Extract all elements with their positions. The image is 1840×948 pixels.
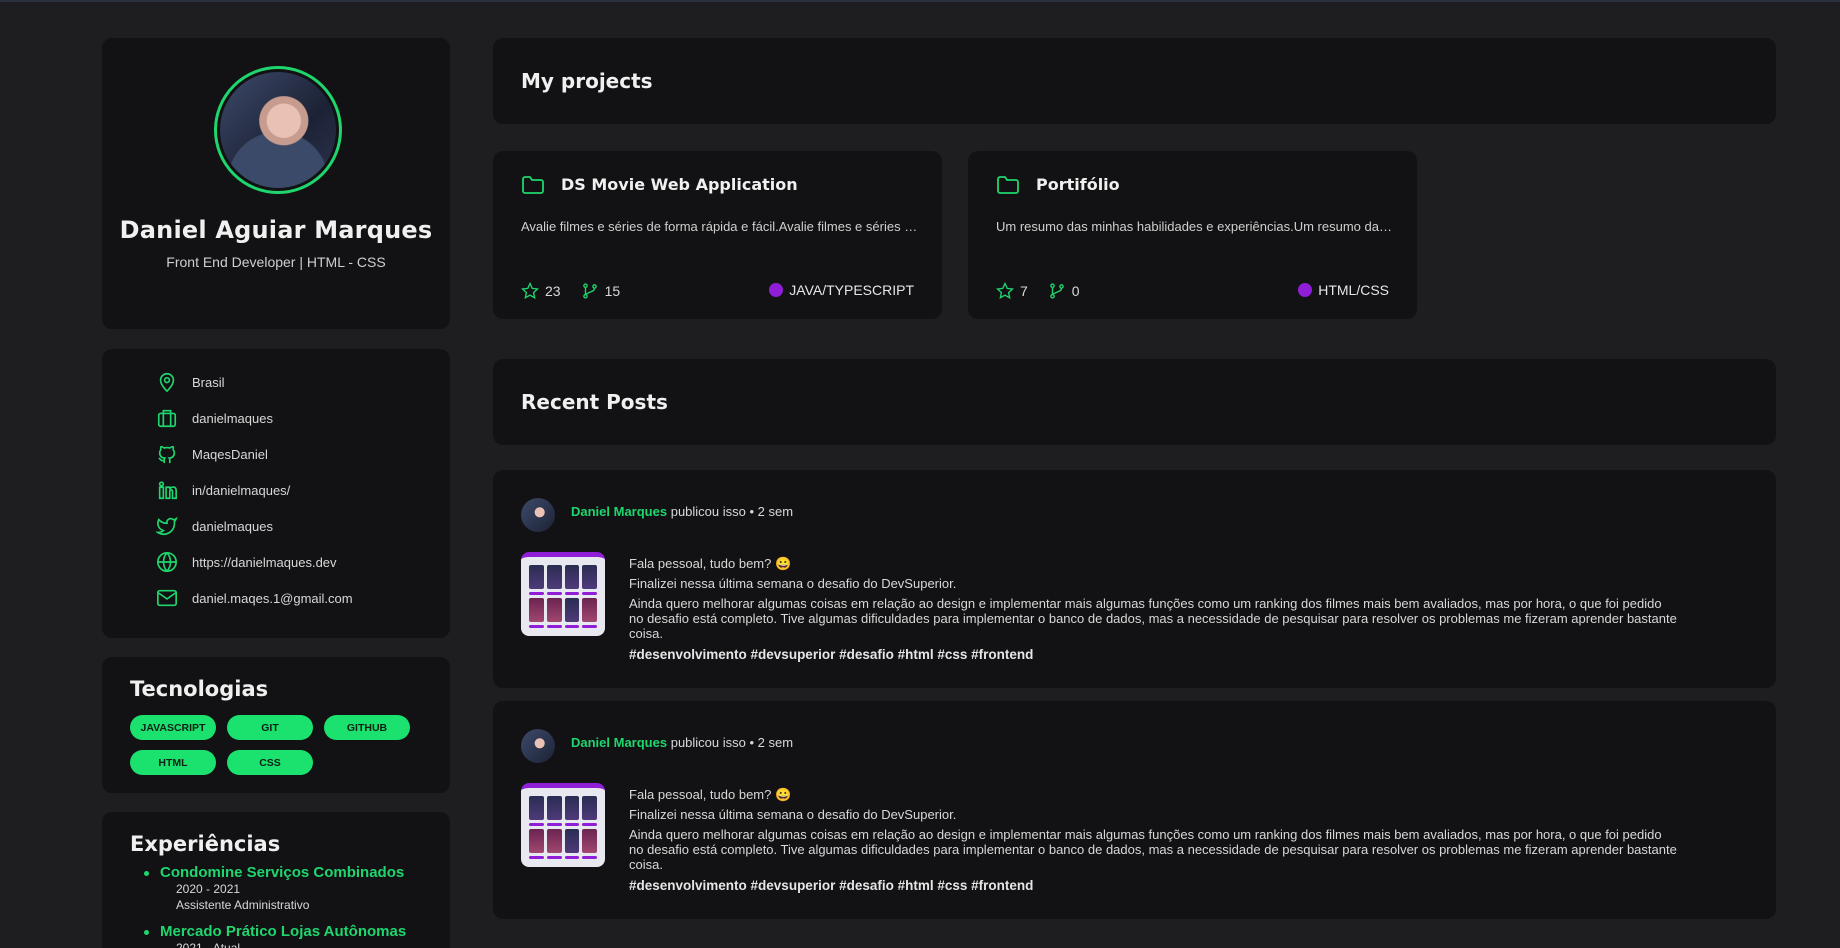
profile-avatar-ring [214, 66, 342, 194]
contact-company: danielmaques [156, 407, 273, 429]
contact-text[interactable]: danielmaques [192, 519, 273, 534]
contact-text[interactable]: daniel.maqes.1@gmail.com [192, 591, 353, 606]
post-thumbnail[interactable] [521, 783, 605, 867]
contact-location: Brasil [156, 371, 225, 393]
contact-text[interactable]: MaqesDaniel [192, 447, 268, 462]
avatar[interactable] [521, 498, 555, 532]
contact-twitter: danielmaques [156, 515, 273, 537]
contact-text: Brasil [192, 374, 225, 390]
profile-name: Daniel Aguiar Marques [119, 216, 433, 244]
experience-period: 2020 - 2021 [176, 882, 241, 896]
folder-icon [997, 176, 1019, 194]
project-description: Um resumo das minhas habilidades e exper… [996, 219, 1396, 234]
post-greeting: Fala pessoal, tudo bem? 😀 [629, 556, 792, 571]
language-label: JAVA/TYPESCRIPT [789, 282, 914, 298]
post-author-name[interactable]: Daniel Marques [571, 735, 667, 750]
globe-icon [157, 552, 177, 572]
fork-icon [582, 283, 597, 299]
experience-item: Mercado Prático Lojas Autônomas 2021 - A… [130, 923, 430, 948]
contact-github: MaqesDaniel [156, 443, 268, 465]
experience-company: Mercado Prático Lojas Autônomas [160, 923, 407, 940]
contact-linkedin: in/danielmaques/ [156, 479, 290, 501]
experience-company: Condomine Serviços Combinados [160, 864, 405, 881]
experience-item: Condomine Serviços Combinados 2020 - 202… [130, 864, 430, 913]
window-top-border [0, 0, 1840, 2]
contacts-card: Brasil danielmaques MaqesDaniel in/danie… [102, 349, 450, 638]
language-dot [769, 283, 784, 297]
project-description: Avalie filmes e séries de forma rápida e… [521, 219, 921, 234]
fork-count: 0 [1071, 283, 1080, 299]
github-icon [158, 445, 176, 464]
tech-tag: GITHUB [324, 715, 410, 740]
posts-header-card: Recent Posts [493, 359, 1776, 445]
project-language: HTML/CSS [1298, 282, 1389, 298]
project-stats: 7 0 [996, 282, 1080, 300]
contact-email: daniel.maqes.1@gmail.com [156, 587, 353, 609]
contact-text[interactable]: in/danielmaques/ [192, 483, 290, 498]
project-card[interactable]: Portifólio Um resumo das minhas habilida… [968, 151, 1417, 319]
contact-text[interactable]: https://danielmaques.dev [192, 555, 337, 570]
contact-website: https://danielmaques.dev [156, 551, 337, 573]
mail-icon [157, 589, 177, 607]
star-icon [996, 282, 1014, 300]
technologies-card: Tecnologias JAVASCRIPT GIT GITHUB HTML C… [102, 657, 450, 793]
post-meta: publicou isso • 2 sem [670, 735, 794, 750]
post-hashtags[interactable]: #desenvolvimento #devsuperior #desafio #… [629, 647, 1679, 662]
experiences-card: Experiências Condomine Serviços Combinad… [102, 812, 450, 948]
projects-header-card: My projects [493, 38, 1776, 124]
post-body: Fala pessoal, tudo bem? 😀 Finalizei ness… [629, 787, 1679, 893]
post-meta: publicou isso • 2 sem [670, 504, 794, 519]
posts-title: Recent Posts [521, 390, 668, 414]
post-hashtags[interactable]: #desenvolvimento #devsuperior #desafio #… [629, 878, 1679, 893]
post-header: Daniel Marques publicou isso • 2 sem [571, 735, 793, 750]
project-stats: 23 15 [521, 282, 620, 300]
twitter-icon [156, 516, 178, 536]
linkedin-icon [158, 481, 177, 500]
post-author-name[interactable]: Daniel Marques [571, 504, 667, 519]
post-header: Daniel Marques publicou isso • 2 sem [571, 504, 793, 519]
technologies-title: Tecnologias [130, 677, 269, 701]
briefcase-icon [157, 409, 177, 428]
project-card[interactable]: DS Movie Web Application Avalie filmes e… [493, 151, 942, 319]
contact-text[interactable]: danielmaques [192, 411, 273, 426]
star-icon [521, 282, 539, 300]
tech-tag: GIT [227, 715, 313, 740]
avatar [220, 72, 336, 188]
experience-list: Condomine Serviços Combinados 2020 - 202… [130, 864, 430, 948]
star-count: 7 [1020, 283, 1028, 299]
post-paragraph: Ainda quero melhorar algumas coisas em r… [629, 596, 1677, 641]
post-line: Finalizei nessa última semana o desafio … [629, 576, 957, 591]
experiences-title: Experiências [130, 832, 281, 856]
post-thumbnail[interactable] [521, 552, 605, 636]
project-title[interactable]: DS Movie Web Application [561, 175, 798, 194]
star-count: 23 [545, 283, 561, 299]
location-icon [159, 372, 175, 393]
post-body: Fala pessoal, tudo bem? 😀 Finalizei ness… [629, 556, 1679, 662]
post-card: Daniel Marques publicou isso • 2 sem Fal… [493, 701, 1776, 919]
experience-role: Assistente Administrativo [176, 898, 310, 912]
post-paragraph: Ainda quero melhorar algumas coisas em r… [629, 827, 1677, 872]
fork-icon [1049, 283, 1064, 299]
project-language: JAVA/TYPESCRIPT [769, 282, 914, 298]
language-dot [1298, 283, 1313, 297]
profile-role: Front End Developer | HTML - CSS [166, 254, 386, 270]
post-card: Daniel Marques publicou isso • 2 sem Fal… [493, 470, 1776, 688]
project-title[interactable]: Portifólio [1036, 175, 1120, 194]
folder-icon [522, 176, 544, 194]
post-line: Finalizei nessa última semana o desafio … [629, 807, 957, 822]
experience-period: 2021 - Atual [176, 941, 241, 948]
profile-card: Daniel Aguiar Marques Front End Develope… [102, 38, 450, 329]
tech-tag: HTML [130, 750, 216, 775]
projects-title: My projects [521, 69, 653, 93]
avatar[interactable] [521, 729, 555, 763]
tech-tag: JAVASCRIPT [130, 715, 216, 740]
language-label: HTML/CSS [1318, 282, 1389, 298]
tech-tag: CSS [227, 750, 313, 775]
post-greeting: Fala pessoal, tudo bem? 😀 [629, 787, 792, 802]
fork-count: 15 [604, 283, 621, 299]
